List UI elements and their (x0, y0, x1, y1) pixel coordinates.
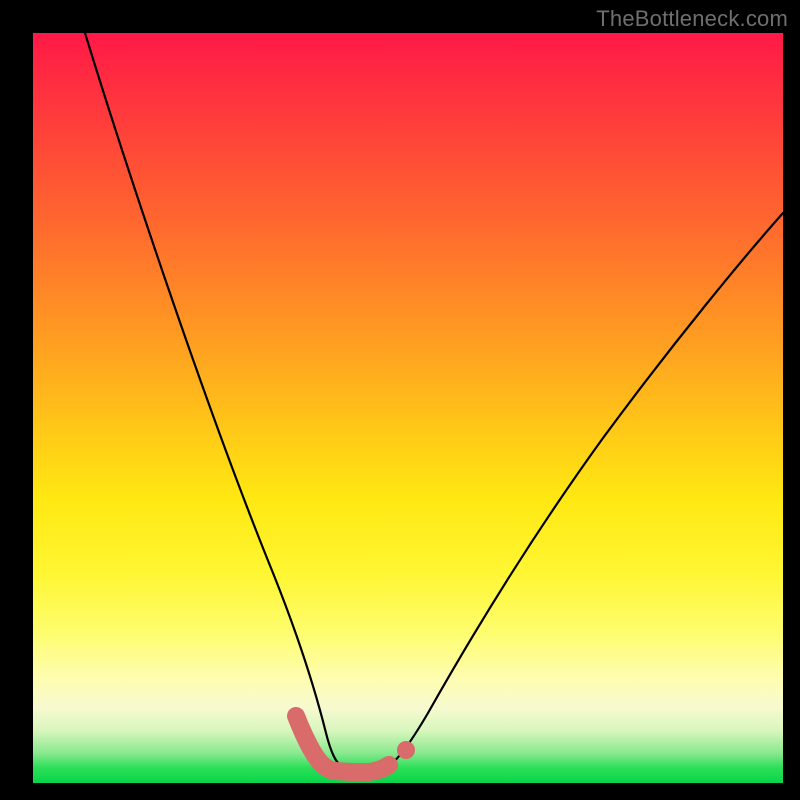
curve-main (85, 33, 783, 771)
chart-svg (33, 33, 783, 783)
marker-bottom-thick (335, 765, 389, 772)
chart-frame: TheBottleneck.com (0, 0, 800, 800)
marker-right-dot (397, 741, 415, 759)
plot-area (33, 33, 783, 783)
watermark-text: TheBottleneck.com (596, 6, 788, 32)
